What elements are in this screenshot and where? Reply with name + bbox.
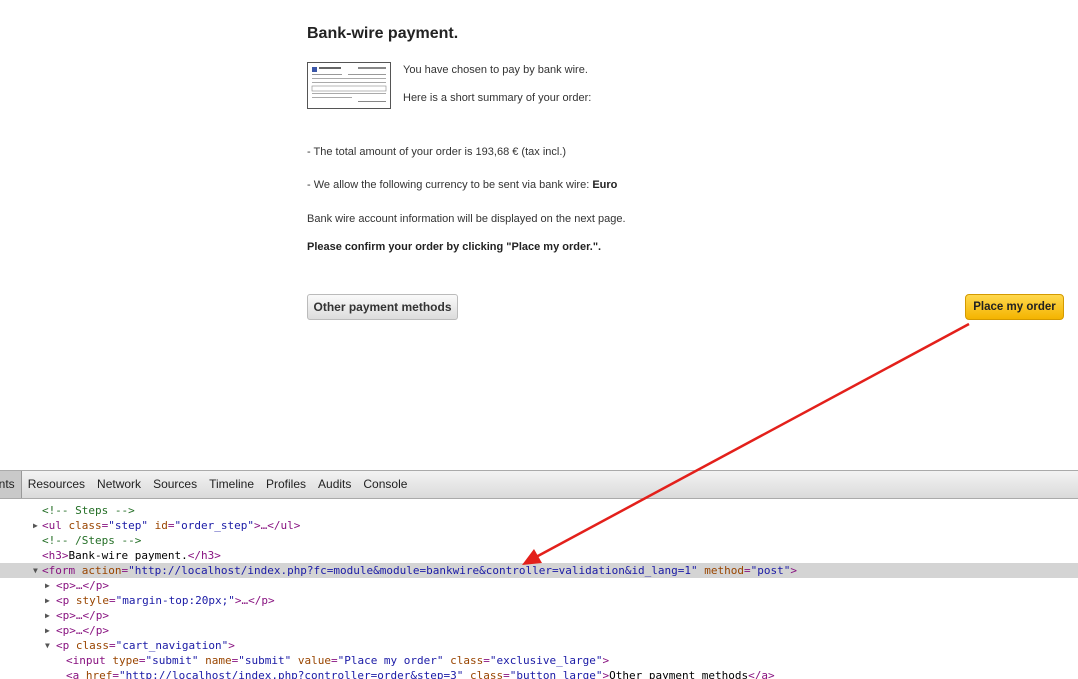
attr-name: type [112,654,139,667]
devtools-panel: ents Resources Network Sources Timeline … [0,470,1078,679]
dom-node-text: <form action = "http://localhost/index.php… [42,563,797,578]
expand-triangle-icon[interactable]: ▶ [45,608,55,623]
expand-triangle-icon[interactable]: ▶ [45,578,55,593]
dom-node-text: <p class="cart_navigation"> [56,638,235,653]
comment-text: <!-- Steps --> [42,504,135,517]
bankwire-form-thumbnail [311,67,387,102]
confirm-text: Please confirm your order by clicking "P… [307,241,602,253]
equals: = [483,654,490,667]
dom-node-text: <p>…</p> [56,609,109,622]
expand-triangle-icon[interactable]: ▶ [45,593,55,608]
tag: >…</ul> [253,519,301,532]
dom-node-text: <ul class="step" id="order_step">…</ul> [42,518,300,533]
equals: = [109,594,116,607]
checkout-page: Bank-wire payment. You have chosen to pa… [0,0,1078,470]
pay-by-wire-text: You have chosen to pay by bank wire. [403,64,588,76]
tag: > [228,639,235,652]
dom-node-input[interactable]: <input type = "submit" name = "submit" value… [0,653,1078,668]
node-text: Bank-wire payment. [68,549,188,562]
collapse-triangle-icon[interactable]: ▼ [45,638,55,653]
tab-console[interactable]: Console [357,471,413,498]
dom-node-p[interactable]: ▶ <p>…</p> [0,578,1078,593]
tab-elements[interactable]: ents [0,471,22,498]
order-total-text: - The total amount of your order is 193,… [307,146,567,158]
dom-node-comment[interactable]: <!-- /Steps --> [0,533,1078,548]
tab-sources[interactable]: Sources [147,471,203,498]
dom-node-p-cart-navigation[interactable]: ▼ <p class="cart_navigation"> [0,638,1078,653]
attr-value: "post" [750,564,791,577]
tab-timeline[interactable]: Timeline [203,471,260,498]
attr-name: value [297,654,331,667]
attr-name: class [68,519,102,532]
tab-resources[interactable]: Resources [22,471,91,498]
attr-value: "order_step" [174,519,254,532]
dom-node-text: <input type = "submit" name = "submit" value… [66,653,609,668]
tab-audits[interactable]: Audits [312,471,357,498]
tag: > [790,564,798,577]
tag: >…</p> [234,594,275,607]
page-title: Bank-wire payment. [307,25,459,42]
tag: <p [56,639,76,652]
devtools-tabbar: ents Resources Network Sources Timeline … [0,471,1078,499]
dom-tree: <!-- Steps --> ▶ <ul class="step" id="or… [0,499,1078,679]
dom-node-p[interactable]: ▶ <p style="margin-top:20px;">…</p> [0,593,1078,608]
attr-value: "step" [108,519,148,532]
dom-node-ul[interactable]: ▶ <ul class="step" id="order_step">…</ul… [0,518,1078,533]
attr-name: method [704,564,745,577]
currency-value: Euro [592,179,618,191]
dom-node-text: <p>…</p> [56,579,109,592]
tag: </h3> [187,549,221,562]
tab-profiles[interactable]: Profiles [260,471,312,498]
equals: = [109,639,116,652]
attr-name: class [450,654,484,667]
dom-node-p[interactable]: ▶ <p>…</p> [0,623,1078,638]
equals: = [167,519,175,532]
currency-text: - We allow the following currency to be … [307,179,617,191]
attr-value: "Place my order" [337,654,444,667]
dom-node-text: <p>…</p> [56,624,109,637]
comment-text: <!-- /Steps --> [42,534,142,547]
bankwire-logo [307,62,391,109]
attr-value: "http://localhost/index.php?fc=module&mo… [128,564,698,577]
attr-value: "exclusive_large" [489,654,603,667]
place-my-order-button[interactable]: Place my order [965,294,1064,320]
equals: = [744,564,751,577]
equals: = [330,654,338,667]
tag: <h3> [42,549,69,562]
dom-node-text: <p style="margin-top:20px;">…</p> [56,593,275,608]
tag: <form [42,564,82,577]
expand-triangle-icon[interactable]: ▶ [45,623,55,638]
attr-name: action [81,564,122,577]
dom-node-p[interactable]: ▶ <p>…</p> [0,608,1078,623]
dom-node-a[interactable]: <a href="http://localhost/index.php?cont… [0,668,1078,679]
other-payment-methods-button[interactable]: Other payment methods [307,294,458,320]
attr-name: id [154,519,168,532]
attr-name: class [75,639,109,652]
account-info-text: Bank wire account information will be di… [307,213,626,225]
attr-value: "margin-top:20px;" [115,594,235,607]
dom-node-form-selected[interactable]: ▼ <form action="http://localhost/index.p… [0,563,1078,578]
currency-prefix: - We allow the following currency to be … [307,179,593,191]
attr-value: "cart_navigation" [115,639,229,652]
dom-node-comment[interactable]: <!-- Steps --> [0,503,1078,518]
tag: <p [56,594,76,607]
tab-network[interactable]: Network [91,471,147,498]
dom-node-h3[interactable]: <h3>Bank-wire payment.</h3> [0,548,1078,563]
attr-value: "submit" [238,654,292,667]
tag: <input [66,654,113,667]
tag: > [602,654,610,667]
attr-name: name [205,654,232,667]
summary-intro-text: Here is a short summary of your order: [403,92,592,104]
dom-node-text: <a href="http://localhost/index.php?cont… [66,668,775,679]
attr-value: "submit" [145,654,199,667]
dom-node-text: <h3>Bank-wire payment.</h3> [42,548,221,563]
tag: <ul [42,519,69,532]
attr-name: style [75,594,109,607]
